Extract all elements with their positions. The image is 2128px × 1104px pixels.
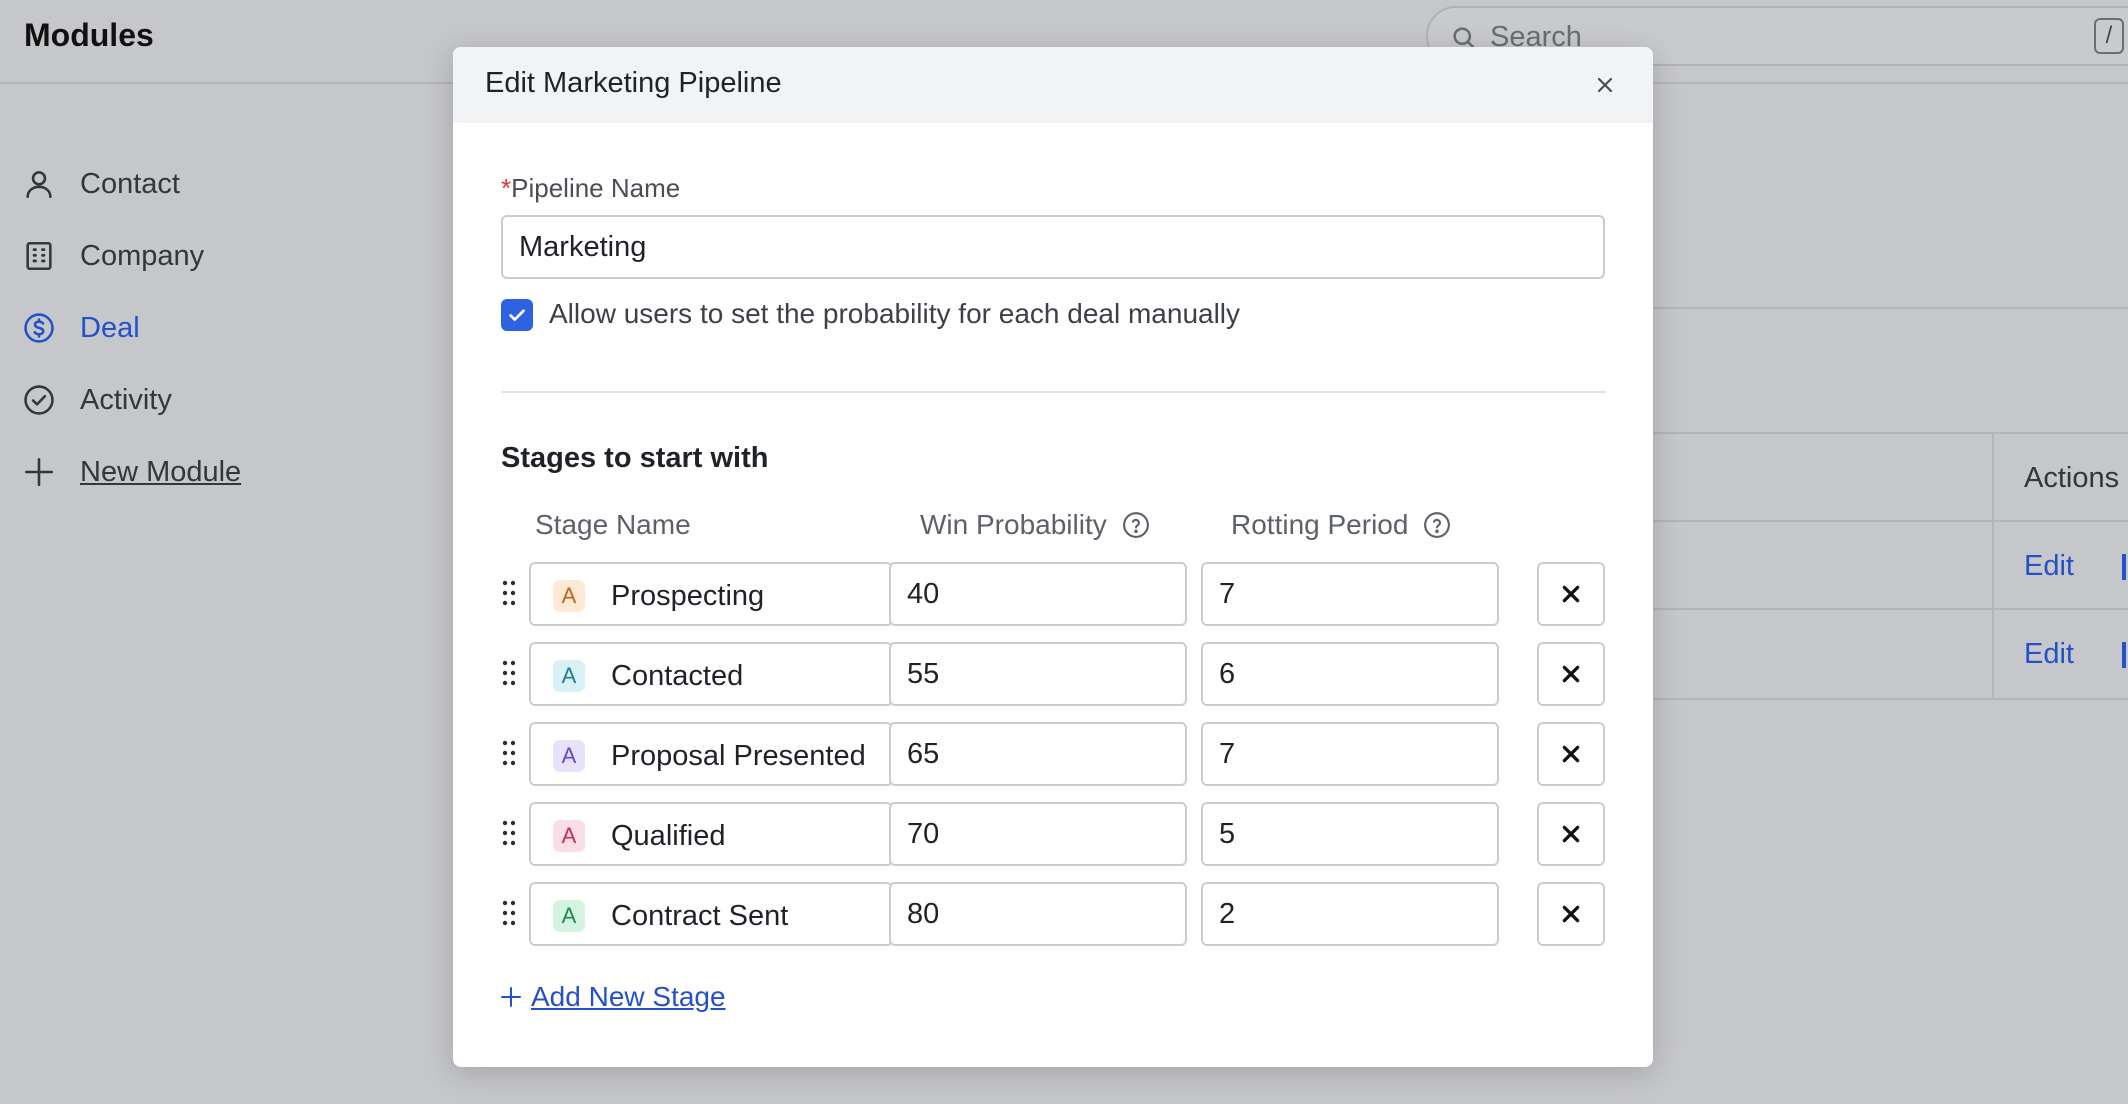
column-header-stage-name: Stage Name: [535, 509, 691, 541]
dollar-circle-icon: [24, 313, 54, 343]
drag-handle-icon[interactable]: [501, 898, 517, 928]
close-icon: [1562, 825, 1580, 843]
close-icon: [1562, 585, 1580, 603]
stage-name-input[interactable]: A Contacted: [529, 642, 893, 706]
edit-link[interactable]: Edit: [2024, 638, 2074, 671]
close-icon: [1562, 745, 1580, 763]
win-probability-input[interactable]: 65: [889, 722, 1187, 786]
sidebar-item-new-module[interactable]: New Module: [22, 448, 241, 496]
search-shortcut-badge: /: [2094, 18, 2124, 54]
stage-avatar: A: [553, 580, 585, 612]
background-table: Actions Edit Edit: [1652, 432, 2128, 700]
stage-row: A Contract Sent 80 2: [501, 882, 1605, 946]
divider: [1652, 307, 2128, 309]
sidebar-item-label: Deal: [80, 311, 140, 344]
drag-handle-icon[interactable]: [501, 818, 517, 848]
drag-handle-icon[interactable]: [501, 658, 517, 688]
stage-name-input[interactable]: A Proposal Presented: [529, 722, 893, 786]
stage-name-input[interactable]: A Contract Sent: [529, 882, 893, 946]
divider: [501, 391, 1605, 393]
divider: [1652, 698, 2128, 700]
edit-link[interactable]: Edit: [2024, 550, 2074, 583]
rotting-period-input[interactable]: 5: [1201, 802, 1499, 866]
drag-handle-icon[interactable]: [501, 738, 517, 768]
modal-header: Edit Marketing Pipeline: [453, 47, 1653, 123]
stage-name-input[interactable]: A Prospecting: [529, 562, 893, 626]
column-header-label: Win Probability: [920, 509, 1107, 540]
checkmark-icon: [509, 309, 525, 321]
sidebar-item-label: Contact: [80, 167, 180, 200]
person-icon: [26, 171, 52, 199]
table-header-actions: Actions: [2024, 462, 2120, 494]
stage-row: A Prospecting 40 7: [501, 562, 1605, 626]
sidebar-item-deal[interactable]: Deal: [22, 304, 140, 352]
manual-probability-label[interactable]: Allow users to set the probability for e…: [549, 298, 1240, 330]
sidebar-item-company[interactable]: Company: [22, 232, 204, 280]
building-icon: [26, 241, 52, 271]
sidebar-item-label: Activity: [80, 383, 172, 416]
win-probability-input[interactable]: 40: [889, 562, 1187, 626]
close-button[interactable]: [1589, 69, 1621, 101]
remove-stage-button[interactable]: [1537, 562, 1605, 626]
edit-pipeline-modal: Edit Marketing Pipeline *Pipeline Name A…: [453, 47, 1653, 1067]
close-icon: [1562, 905, 1580, 923]
add-new-stage-link[interactable]: Add New Stage: [499, 981, 726, 1013]
stage-name-value: Proposal Presented: [611, 740, 866, 772]
modal-title: Edit Marketing Pipeline: [485, 67, 782, 99]
row-action-edge: [2122, 642, 2126, 668]
pipeline-name-label-text: Pipeline Name: [511, 173, 681, 203]
divider: [1992, 432, 1994, 700]
stage-avatar: A: [553, 740, 585, 772]
close-icon: [1562, 665, 1580, 683]
required-marker: *: [501, 173, 512, 203]
stage-avatar: A: [553, 820, 585, 852]
column-header-label: Rotting Period: [1231, 509, 1409, 540]
check-circle-icon: [24, 385, 54, 415]
stage-name-value: Contract Sent: [611, 900, 789, 932]
column-header-win-probability: Win Probability: [920, 509, 1151, 541]
manual-probability-checkbox[interactable]: [501, 299, 533, 331]
pipeline-name-label: *Pipeline Name: [501, 173, 680, 204]
stage-avatar: A: [553, 900, 585, 932]
remove-stage-button[interactable]: [1537, 882, 1605, 946]
win-probability-input[interactable]: 70: [889, 802, 1187, 866]
sidebar-item-activity[interactable]: Activity: [22, 376, 172, 424]
remove-stage-button[interactable]: [1537, 642, 1605, 706]
stage-name-input[interactable]: A Qualified: [529, 802, 893, 866]
pipeline-name-input[interactable]: [501, 215, 1605, 279]
close-icon: [1597, 77, 1613, 93]
row-action-edge: [2122, 554, 2126, 580]
column-header-rotting-period: Rotting Period: [1231, 509, 1452, 541]
stages-section-title: Stages to start with: [501, 442, 769, 474]
plus-icon: [24, 457, 54, 487]
divider: [1652, 432, 2128, 434]
remove-stage-button[interactable]: [1537, 722, 1605, 786]
stage-avatar: A: [553, 660, 585, 692]
page-title: Modules: [24, 17, 154, 53]
sidebar-item-contact[interactable]: Contact: [22, 160, 180, 208]
divider: [1652, 520, 2128, 522]
rotting-period-input[interactable]: 6: [1201, 642, 1499, 706]
sidebar-item-label: New Module: [80, 455, 242, 488]
rotting-period-input[interactable]: 2: [1201, 882, 1499, 946]
stage-row: A Qualified 70 5: [501, 802, 1605, 866]
help-circle-icon[interactable]: [1121, 510, 1151, 540]
drag-handle-icon[interactable]: [501, 578, 517, 608]
stage-name-value: Prospecting: [611, 580, 765, 612]
rotting-period-input[interactable]: 7: [1201, 562, 1499, 626]
remove-stage-button[interactable]: [1537, 802, 1605, 866]
column-header-label: Stage Name: [535, 509, 691, 540]
divider: [1652, 608, 2128, 610]
plus-icon: [501, 987, 521, 1007]
rotting-period-input[interactable]: 7: [1201, 722, 1499, 786]
sidebar-item-label: Company: [80, 239, 205, 272]
win-probability-input[interactable]: 80: [889, 882, 1187, 946]
stage-row: A Proposal Presented 65 7: [501, 722, 1605, 786]
win-probability-input[interactable]: 55: [889, 642, 1187, 706]
help-circle-icon[interactable]: [1422, 510, 1452, 540]
stage-name-value: Qualified: [611, 820, 726, 852]
stage-name-value: Contacted: [611, 660, 744, 692]
add-new-stage-label: Add New Stage: [531, 981, 726, 1012]
stage-row: A Contacted 55 6: [501, 642, 1605, 706]
